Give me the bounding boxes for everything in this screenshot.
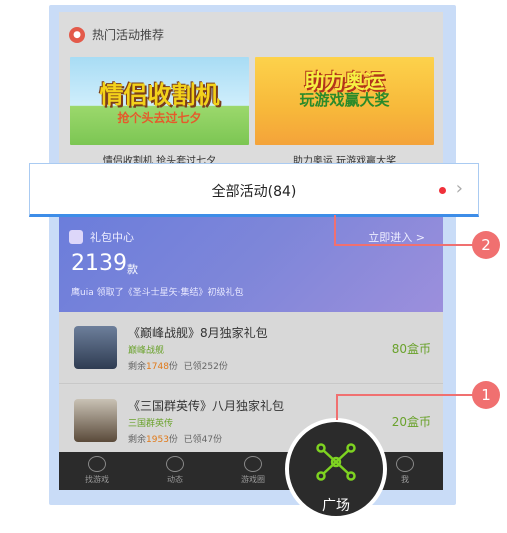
game-name: 三国群英传 (128, 419, 174, 429)
nav-label: 广场 (322, 498, 350, 514)
gift-enter-link[interactable]: 立即进入 > (368, 229, 425, 245)
banner-art-title: 情侣收割机 (99, 81, 220, 109)
person-icon (396, 456, 414, 472)
gift-count-unit: 款 (127, 263, 138, 276)
callout-leader-line (337, 394, 473, 396)
gamepad-icon (88, 456, 106, 472)
callout-leader-line (334, 215, 336, 246)
gift-activity-note: 鹰uia 领取了《圣斗士星矢·集结》初级礼包 (71, 288, 244, 298)
gift-price: 80盒币 (391, 342, 431, 356)
game-thumbnail (74, 399, 117, 442)
gift-stats: 剩余1953份 已领47份 (128, 435, 223, 445)
gift-center-header: 礼包中心 (69, 229, 134, 245)
all-activities-bar[interactable]: 全部活动(84) › (29, 163, 479, 217)
all-activities-label: 全部活动(84) (211, 184, 297, 200)
flame-icon: ● (69, 26, 85, 43)
tutorial-stage: ● 热门活动推荐 情侣收割机 抢个头去过七夕 助力奥运 玩游戏赢大奖 情侣收割机… (0, 0, 507, 533)
compass-icon (244, 456, 262, 472)
nav-item-game-circle[interactable]: 游戏圈 (221, 452, 285, 490)
banner-art-sub: 玩游戏赢大奖 (299, 91, 390, 109)
hot-activities-title: 热门活动推荐 (92, 28, 165, 42)
red-dot-badge (439, 187, 446, 194)
gift-list-item[interactable]: 《巅峰战舰》8月独家礼包 巅峰战舰 剩余1748份 已领252份 80盒币 (59, 312, 443, 384)
callout-leader-line (335, 244, 473, 246)
nav-item-feed[interactable]: 动态 (143, 452, 207, 490)
gift-center-card[interactable]: 礼包中心 立即进入 > 2139 款 鹰uia 领取了《圣斗士星矢·集结》初级礼… (59, 215, 443, 312)
nav-label: 游戏圈 (241, 475, 265, 484)
game-name: 巅峰战舰 (128, 346, 165, 356)
hot-activities-header: ● 热门活动推荐 (69, 26, 164, 43)
gift-price: 20盒币 (391, 415, 431, 429)
gift-title: 《巅峰战舰》8月独家礼包 (128, 326, 268, 340)
gift-center-title: 礼包中心 (90, 231, 134, 244)
callout-leader-line (336, 394, 338, 420)
nav-item-plaza[interactable]: 广场 (285, 418, 387, 520)
nav-label: 动态 (167, 475, 183, 484)
gift-title: 《三国群英传》八月独家礼包 (128, 399, 285, 413)
gift-icon (69, 230, 83, 244)
callout-badge-2: 2 (472, 231, 500, 259)
nav-label: 找游戏 (85, 475, 109, 484)
gift-stats: 剩余1748份 已领252份 (128, 362, 228, 372)
banner-art-sub: 抢个头去过七夕 (117, 111, 202, 125)
nav-item-find-games[interactable]: 找游戏 (65, 452, 129, 490)
hot-activities-card: ● 热门活动推荐 情侣收割机 抢个头去过七夕 助力奥运 玩游戏赢大奖 情侣收割机… (59, 12, 443, 172)
footprint-icon (166, 456, 184, 472)
chevron-right-icon: › (455, 178, 463, 199)
activity-banner-couple[interactable]: 情侣收割机 抢个头去过七夕 (70, 57, 249, 145)
callout-badge-1: 1 (472, 381, 500, 409)
game-thumbnail (74, 326, 117, 369)
activity-banner-olympics[interactable]: 助力奥运 玩游戏赢大奖 (255, 57, 434, 145)
gift-count: 2139 (71, 251, 127, 276)
